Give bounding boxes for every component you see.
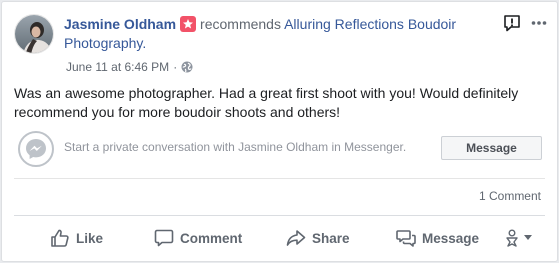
post-card: Jasmine Oldham recommends Alluring Reflec… xyxy=(1,1,558,262)
action-bar: Like Comment Share Message xyxy=(14,222,545,254)
messenger-bar: Start a private conversation with Jasmin… xyxy=(14,130,545,170)
comment-button[interactable]: Comment xyxy=(154,222,242,254)
exclamation-icon[interactable] xyxy=(503,14,521,32)
message-action-button[interactable]: Message xyxy=(396,222,479,254)
audience-selector-icon xyxy=(506,229,518,247)
message-bubbles-icon xyxy=(396,230,416,247)
divider xyxy=(14,178,545,179)
star-icon xyxy=(183,19,194,29)
meta-separator: · xyxy=(173,60,178,74)
avatar[interactable] xyxy=(14,14,54,54)
like-label: Like xyxy=(76,230,104,246)
post-corner-actions xyxy=(503,14,547,32)
post-header: Jasmine Oldham recommends Alluring Reflec… xyxy=(64,15,484,53)
share-arrow-icon xyxy=(286,230,306,246)
message-button[interactable]: Message xyxy=(441,136,542,160)
comment-label: Comment xyxy=(180,230,243,246)
messenger-prompt: Start a private conversation with Jasmin… xyxy=(64,140,407,154)
messenger-icon xyxy=(18,131,54,167)
message-action-label: Message xyxy=(422,230,480,246)
share-button[interactable]: Share xyxy=(286,222,350,254)
thumbs-up-icon xyxy=(51,229,69,247)
comments-count[interactable]: 1 Comment xyxy=(479,189,541,203)
like-button[interactable]: Like xyxy=(50,222,103,254)
recommendation-badge xyxy=(180,16,197,32)
chevron-down-icon xyxy=(524,235,532,240)
post-timestamp[interactable]: June 11 at 6:46 PM xyxy=(66,60,169,74)
author-name[interactable]: Jasmine Oldham xyxy=(64,16,176,32)
recommends-verb: recommends xyxy=(200,16,281,32)
globe-icon[interactable] xyxy=(181,61,193,73)
post-body: Was an awesome photographer. Had a great… xyxy=(14,85,519,120)
post-meta: June 11 at 6:46 PM · xyxy=(66,60,193,74)
more-dots-icon[interactable] xyxy=(531,15,547,31)
audience-selector[interactable] xyxy=(504,222,532,254)
share-label: Share xyxy=(312,230,350,246)
comment-bubble-icon xyxy=(154,229,174,247)
divider xyxy=(14,215,545,216)
